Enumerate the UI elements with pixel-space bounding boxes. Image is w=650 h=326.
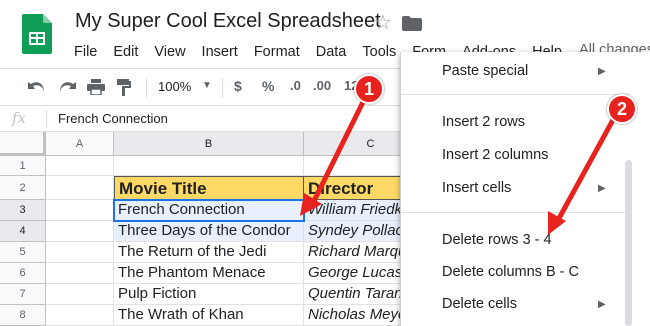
cell-a4[interactable] — [46, 221, 114, 242]
table-row-title[interactable]: Pulp Fiction — [114, 284, 304, 305]
menu-data[interactable]: Data — [308, 42, 355, 64]
menu-tools[interactable]: Tools — [354, 42, 404, 64]
menu-divider — [401, 212, 629, 213]
column-header-b[interactable]: B — [114, 132, 304, 156]
row-header-2[interactable]: 2 — [0, 176, 46, 200]
submenu-arrow-icon: ▶ — [598, 299, 606, 310]
menu-format[interactable]: Format — [246, 42, 308, 64]
select-all-corner[interactable] — [0, 132, 46, 156]
step-badge-1: 1 — [354, 74, 384, 104]
cell-a5[interactable] — [46, 242, 114, 263]
row-header-1[interactable]: 1 — [0, 156, 46, 176]
row-header-4[interactable]: 4 — [0, 221, 46, 242]
menu-item-delete-cells[interactable]: Delete cells — [442, 296, 517, 312]
cell-a2[interactable] — [46, 176, 114, 200]
redo-icon[interactable] — [58, 80, 76, 94]
menu-item-delete-columns[interactable]: Delete columns B - C — [442, 264, 579, 280]
paint-format-icon[interactable] — [117, 79, 131, 96]
submenu-arrow-icon: ▶ — [598, 66, 606, 77]
menu-divider — [401, 94, 629, 95]
increase-decimal-button[interactable]: .00 — [313, 78, 331, 93]
menu-edit[interactable]: Edit — [105, 42, 146, 64]
decrease-decimal-button[interactable]: .0 — [290, 78, 301, 93]
star-icon[interactable]: ☆ — [374, 10, 392, 35]
step-badge-2: 2 — [607, 94, 637, 124]
table-row-title[interactable]: The Return of the Jedi — [114, 242, 304, 263]
sheets-logo-icon[interactable] — [22, 14, 52, 54]
cell-a3[interactable] — [46, 200, 114, 221]
menu-scrollbar[interactable] — [625, 160, 632, 326]
cell-a1[interactable] — [46, 156, 114, 176]
cell-a6[interactable] — [46, 263, 114, 284]
submenu-arrow-icon: ▶ — [598, 183, 606, 194]
toolbar-divider — [222, 78, 223, 98]
percent-format-button[interactable]: % — [262, 78, 274, 94]
formula-bar-divider — [46, 110, 47, 128]
header-cell-movie-title[interactable]: Movie Title — [114, 176, 304, 200]
menu-item-insert-cells[interactable]: Insert cells — [442, 180, 511, 196]
folder-icon[interactable] — [402, 16, 422, 31]
menu-insert[interactable]: Insert — [194, 42, 246, 64]
cell-a7[interactable] — [46, 284, 114, 305]
table-row-title[interactable]: The Phantom Menace — [114, 263, 304, 284]
fx-icon: fx — [12, 109, 27, 127]
menu-item-insert-columns[interactable]: Insert 2 columns — [442, 147, 548, 163]
toolbar-divider — [146, 78, 147, 98]
context-menu: Paste special ▶ Insert 2 rows Insert 2 c… — [400, 52, 650, 326]
menu-item-insert-rows[interactable]: Insert 2 rows — [442, 114, 525, 130]
menu-view[interactable]: View — [146, 42, 193, 64]
zoom-dropdown-icon[interactable]: ▼ — [202, 80, 212, 91]
print-icon[interactable] — [87, 79, 105, 95]
row-header-7[interactable]: 7 — [0, 284, 46, 305]
undo-icon[interactable] — [28, 80, 46, 94]
document-title[interactable]: My Super Cool Excel Spreadsheet — [75, 10, 381, 33]
menu-item-paste-special[interactable]: Paste special — [442, 63, 528, 79]
table-row-title[interactable]: French Connection — [114, 200, 304, 221]
row-header-6[interactable]: 6 — [0, 263, 46, 284]
currency-format-button[interactable]: $ — [234, 78, 242, 94]
column-header-a[interactable]: A — [46, 132, 114, 156]
row-header-8[interactable]: 8 — [0, 305, 46, 326]
table-row-title[interactable]: The Wrath of Khan — [114, 305, 304, 326]
cell-b1[interactable] — [114, 156, 304, 176]
table-row-title[interactable]: Three Days of the Condor — [114, 221, 304, 242]
row-header-3[interactable]: 3 — [0, 200, 46, 221]
menu-item-delete-rows[interactable]: Delete rows 3 - 4 — [442, 232, 552, 248]
menu-file[interactable]: File — [66, 42, 105, 64]
cell-a8[interactable] — [46, 305, 114, 326]
row-header-5[interactable]: 5 — [0, 242, 46, 263]
formula-input[interactable]: French Connection — [58, 111, 168, 126]
zoom-select[interactable]: 100% — [158, 79, 191, 94]
